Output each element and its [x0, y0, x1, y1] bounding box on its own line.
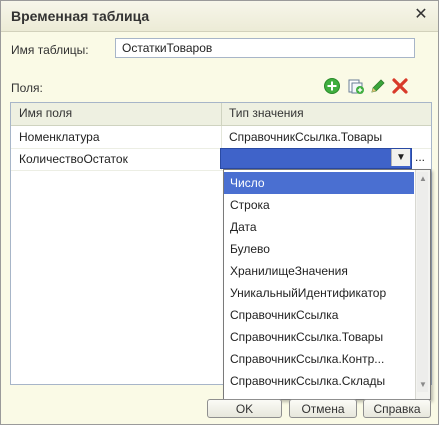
type-dropdown-list: Число Строка Дата Булево ХранилищеЗначен… [223, 169, 431, 400]
dropdown-option[interactable]: Строка [224, 194, 414, 216]
fields-label: Поля: [11, 81, 43, 95]
dropdown-option[interactable]: СправочникСсылка.Склады [224, 370, 414, 392]
ok-button[interactable]: OK [207, 399, 282, 418]
dropdown-option[interactable]: СправочникСсылка.Контр... [224, 348, 414, 370]
scroll-up-icon[interactable]: ▲ [416, 174, 430, 186]
table-name-label: Имя таблицы: [11, 43, 89, 57]
title-bar: Временная таблица ✕ [1, 1, 438, 32]
dropdown-option[interactable]: Дата [224, 216, 414, 238]
scroll-down-icon[interactable]: ▼ [416, 380, 430, 392]
temp-table-dialog: Временная таблица ✕ Имя таблицы: Поля: И… [0, 0, 439, 425]
close-icon[interactable]: ✕ [412, 6, 430, 24]
dropdown-option[interactable]: УникальныйИдентификатор [224, 282, 414, 304]
delete-icon[interactable] [391, 77, 409, 95]
select-type-button[interactable]: ... [411, 148, 429, 167]
column-separator[interactable] [221, 103, 222, 125]
add-icon[interactable] [323, 77, 341, 95]
cancel-button[interactable]: Отмена [289, 399, 357, 418]
copy-icon[interactable] [347, 77, 365, 95]
column-header-type[interactable]: Тип значения [229, 106, 304, 120]
field-name-cell[interactable]: КоличествоОстаток [19, 152, 128, 166]
dropdown-option[interactable]: СправочникСсылка.Товары [224, 326, 414, 348]
dropdown-option[interactable]: Булево [224, 238, 414, 260]
edit-icon[interactable] [369, 77, 387, 95]
field-name-cell[interactable]: Номенклатура [19, 130, 100, 144]
field-type-cell[interactable]: СправочникСсылка.Товары [229, 130, 382, 144]
dropdown-option[interactable]: Число [224, 172, 414, 194]
dropdown-option[interactable]: ХранилищеЗначения [224, 260, 414, 282]
window-title: Временная таблица [11, 8, 150, 24]
scrollbar-thumb[interactable] [417, 172, 428, 392]
dropdown-option[interactable]: СправочникСсылка [224, 304, 414, 326]
column-header-name[interactable]: Имя поля [19, 106, 72, 120]
help-button[interactable]: Справка [363, 399, 431, 418]
row-separator [221, 126, 222, 148]
chevron-down-icon[interactable]: ▼ [391, 149, 410, 166]
type-value-editor[interactable] [220, 148, 412, 169]
table-row[interactable]: Номенклатура СправочникСсылка.Товары [11, 126, 431, 149]
dropdown-scrollbar[interactable]: ▲ ▼ [415, 170, 430, 399]
table-name-input[interactable] [115, 38, 415, 58]
table-header: Имя поля Тип значения [11, 103, 431, 126]
